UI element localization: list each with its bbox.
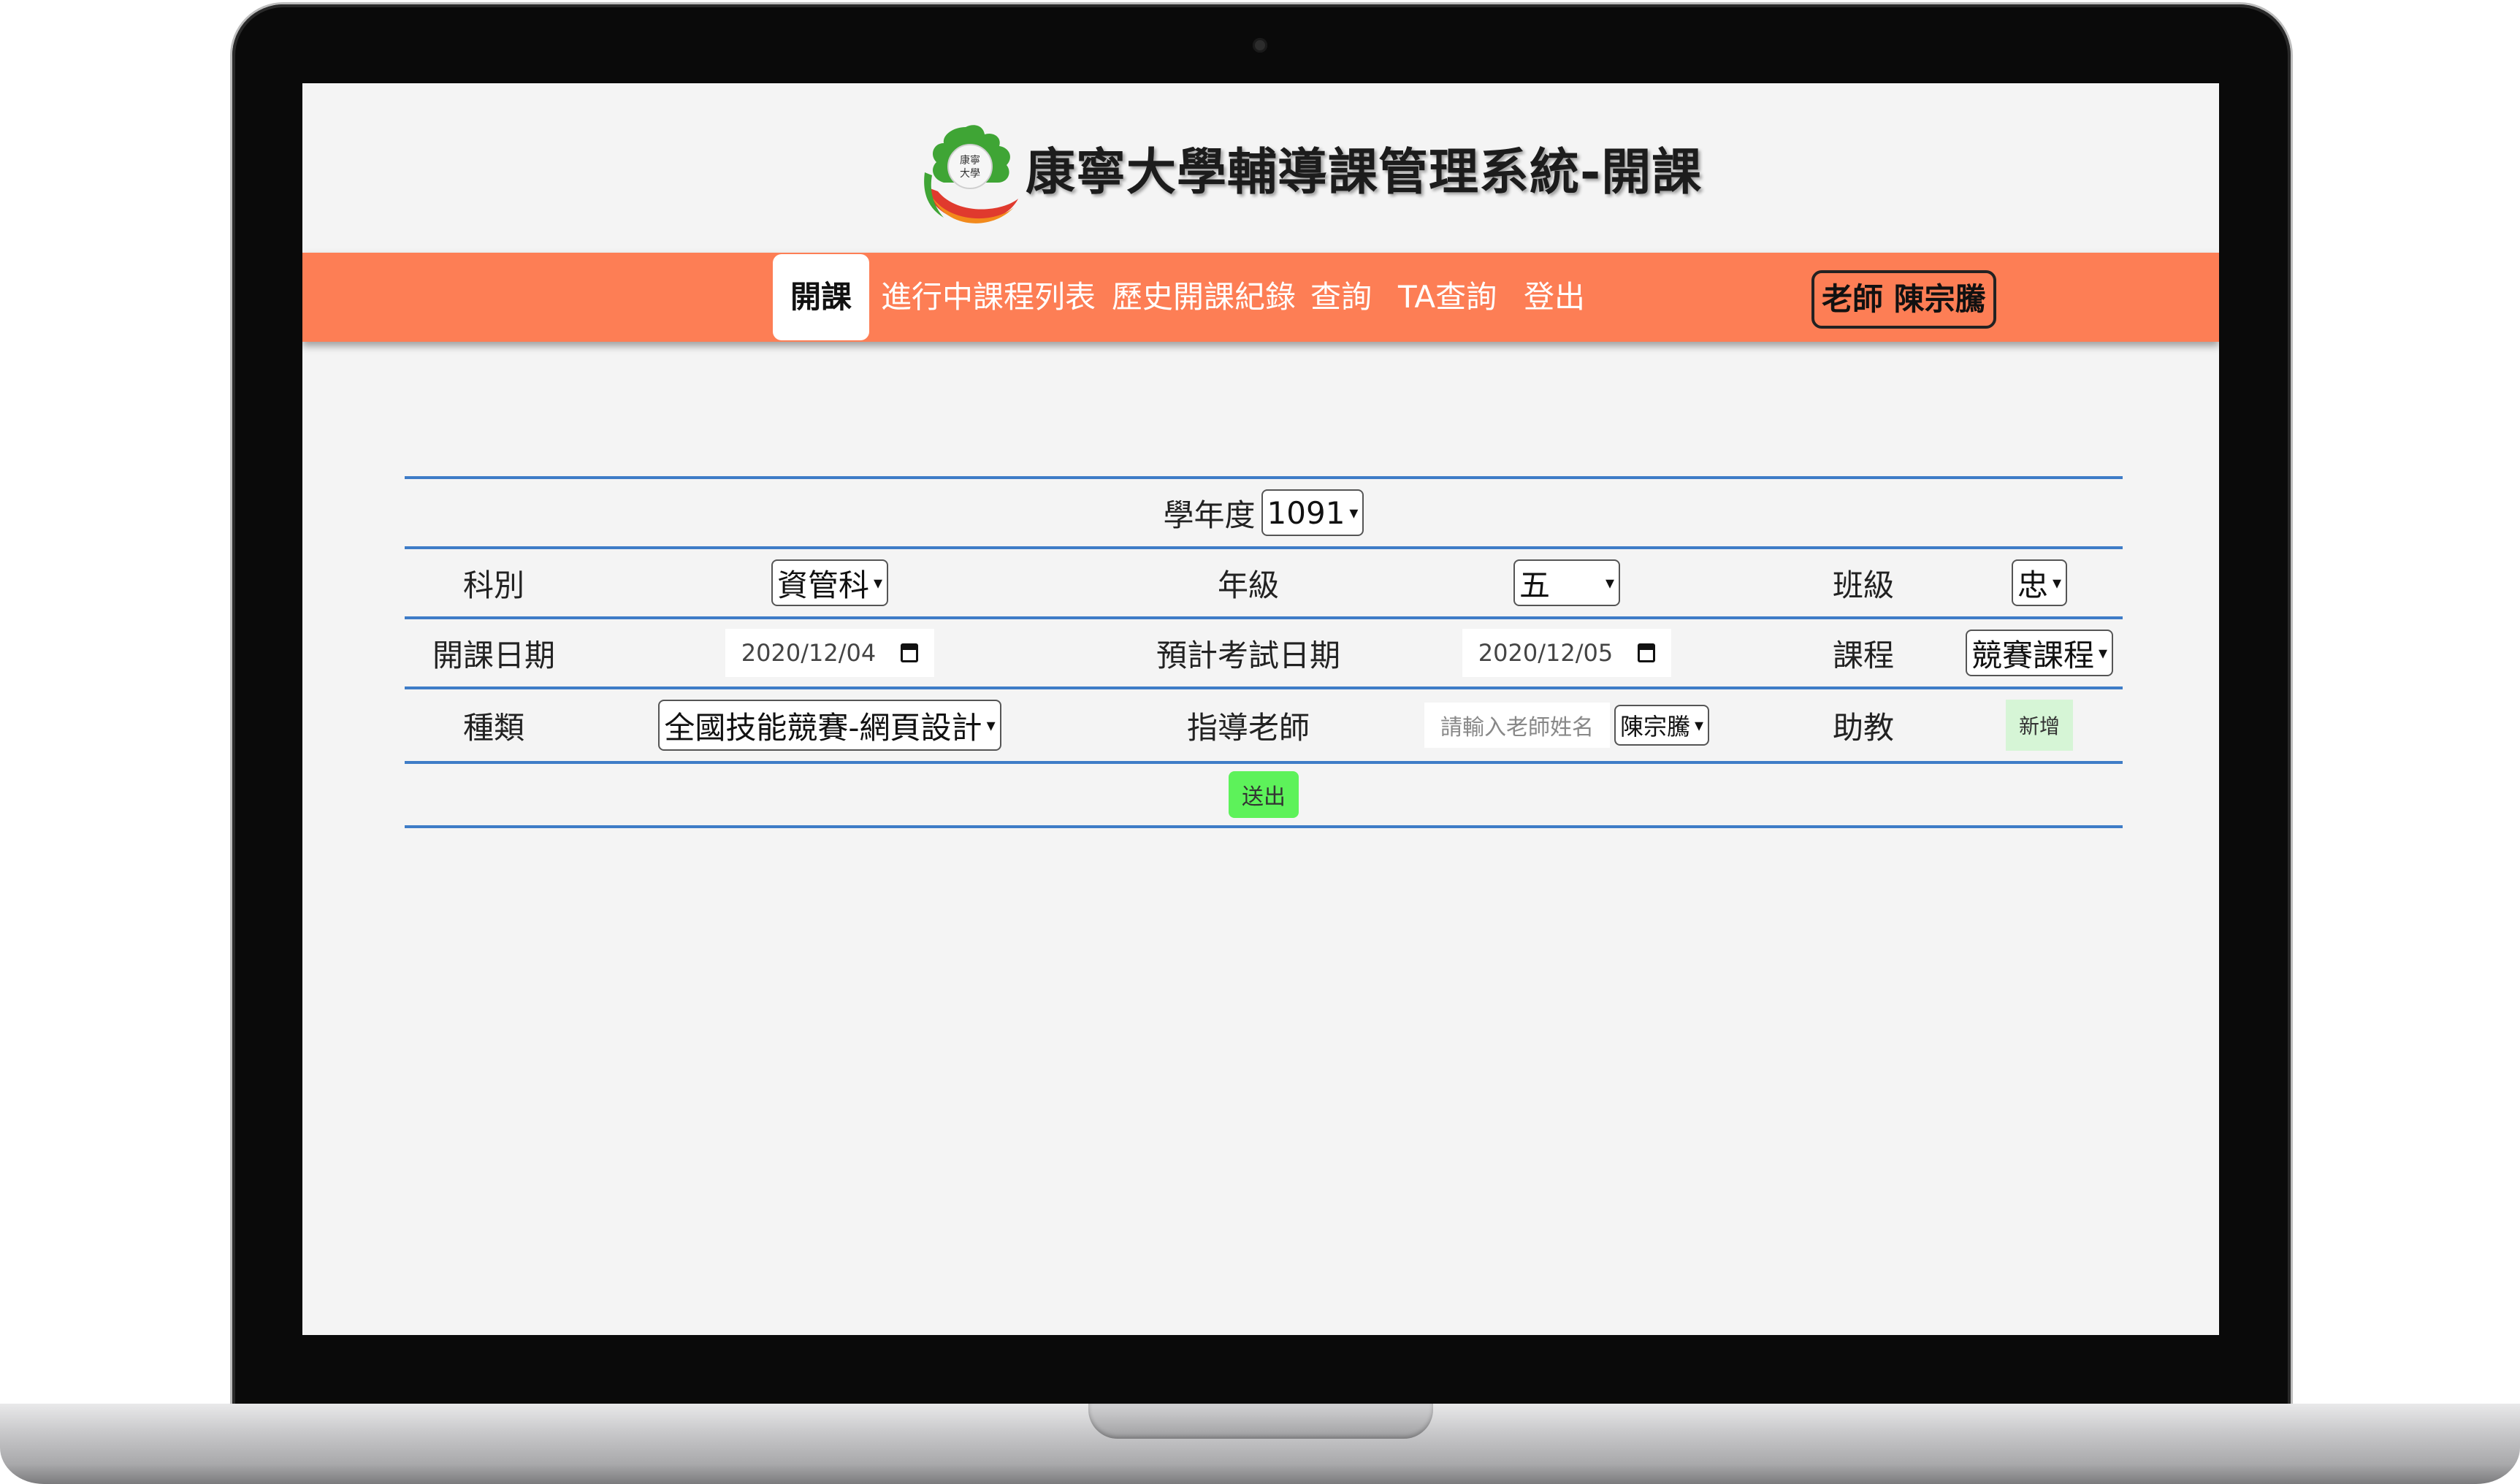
form-row-class-info: 科別 資管科 ▾ 年級 五 ▾ 班級 忠 ▾ (405, 546, 2123, 616)
department-select[interactable]: 資管科 ▾ (771, 559, 889, 606)
academic-year-label: 學年度 (1163, 497, 1256, 533)
chevron-down-icon: ▾ (873, 573, 883, 593)
nav-item-search[interactable]: 查詢 (1310, 253, 1372, 342)
course-label: 課程 (1832, 637, 1894, 673)
nav-item-ta-search[interactable]: TA查詢 (1398, 253, 1497, 342)
teacher-select[interactable]: 陳宗騰 ▾ (1614, 705, 1710, 746)
type-label: 種類 (462, 709, 524, 746)
start-date-label: 開課日期 (432, 637, 555, 673)
svg-text:大學: 大學 (960, 168, 980, 180)
nav-item-ongoing-courses[interactable]: 進行中課程列表 (881, 253, 1096, 342)
camera-icon (1253, 38, 1267, 53)
user-badge: 老師 陳宗騰 (1811, 270, 1996, 329)
chevron-down-icon: ▾ (1605, 573, 1614, 593)
svg-text:康寧: 康寧 (960, 154, 980, 167)
chevron-down-icon: ▾ (2098, 643, 2108, 663)
submit-button[interactable]: 送出 (1229, 771, 1299, 818)
course-select[interactable]: 競賽課程 ▾ (1965, 630, 2114, 676)
chevron-down-icon: ▾ (986, 715, 996, 735)
screen: 康寧 大學 康寧大學輔導課管理系統-開課 開課 進行中課程列表 歷史開課紀錄 查… (302, 83, 2219, 1335)
class-select[interactable]: 忠 ▾ (2011, 559, 2068, 606)
class-label: 班級 (1832, 567, 1894, 603)
calendar-icon[interactable] (901, 643, 919, 662)
university-logo-icon: 康寧 大學 (922, 121, 1020, 238)
academic-year-select[interactable]: 1091 ▾ (1261, 489, 1364, 536)
chevron-down-icon: ▾ (1694, 715, 1704, 735)
nav-item-logout[interactable]: 登出 (1524, 253, 1585, 342)
exam-date-label: 預計考試日期 (1156, 637, 1340, 673)
nav-item-open-course[interactable]: 開課 (773, 254, 870, 340)
course-form: 學年度 1091 ▾ 科別 資管科 ▾ 年級 五 ▾ 班級 忠 ▾ 開課日期 2… (405, 476, 2123, 828)
type-select[interactable]: 全國技能競賽-網頁設計 ▾ (658, 700, 1001, 751)
calendar-icon[interactable] (1638, 643, 1656, 662)
header: 康寧 大學 康寧大學輔導課管理系統-開課 (302, 83, 2219, 253)
add-assistant-button[interactable]: 新增 (2006, 700, 2073, 751)
department-label: 科別 (462, 567, 524, 603)
navbar: 開課 進行中課程列表 歷史開課紀錄 查詢 TA查詢 登出 老師 陳宗騰 (302, 253, 2219, 342)
page-title: 康寧大學輔導課管理系統-開課 (1026, 144, 1703, 202)
form-row-dates: 開課日期 2020/12/04 預計考試日期 2020/12/05 課程 競賽課… (405, 616, 2123, 686)
form-row-submit: 送出 (405, 761, 2123, 828)
exam-date-input[interactable]: 2020/12/05 (1462, 629, 1672, 677)
nav-item-course-history[interactable]: 歷史開課紀錄 (1112, 253, 1296, 342)
grade-label: 年級 (1217, 567, 1279, 603)
start-date-input[interactable]: 2020/12/04 (725, 629, 935, 677)
teacher-search-input[interactable]: 請輸入老師姓名 (1424, 703, 1610, 748)
grade-select[interactable]: 五 ▾ (1513, 559, 1620, 606)
chevron-down-icon: ▾ (1349, 502, 1359, 523)
form-row-academic-year: 學年度 1091 ▾ (405, 476, 2123, 546)
teacher-label: 指導老師 (1186, 709, 1310, 746)
form-row-type-teacher: 種類 全國技能競賽-網頁設計 ▾ 指導老師 請輸入老師姓名 陳宗騰 ▾ 助教 新… (405, 686, 2123, 761)
assistant-label: 助教 (1832, 709, 1894, 746)
chevron-down-icon: ▾ (2052, 573, 2062, 593)
laptop-notch (1088, 1404, 1433, 1439)
